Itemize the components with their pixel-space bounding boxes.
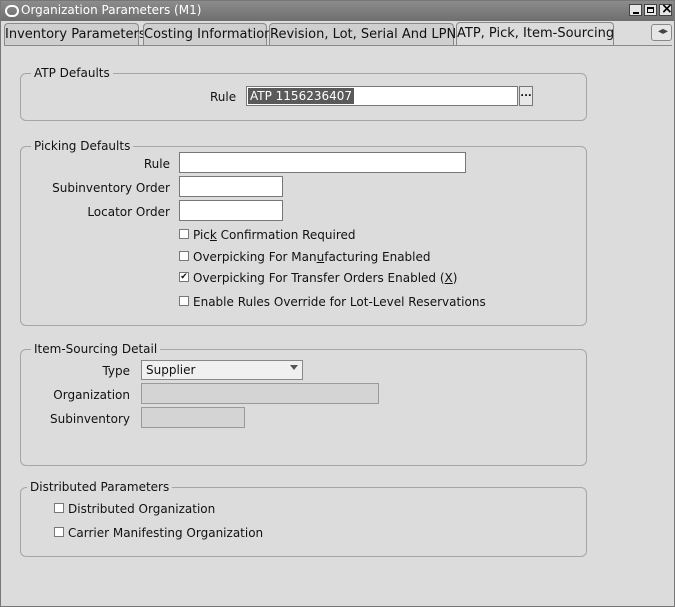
item-sourcing-title: Item-Sourcing Detail	[31, 342, 161, 356]
minimize-button[interactable]	[629, 4, 642, 16]
atp-defaults-title: ATP Defaults	[31, 66, 113, 80]
check-mark-icon: ✔	[180, 272, 188, 282]
distributed-parameters-title: Distributed Parameters	[27, 480, 173, 494]
dropdown-arrow-icon	[290, 365, 298, 370]
atp-rule-lov-button[interactable]: ...	[519, 86, 533, 106]
locator-order-label: Locator Order	[87, 205, 170, 219]
pick-confirmation-label: Pick Confirmation Required	[193, 228, 356, 242]
type-select[interactable]: Supplier	[141, 360, 303, 380]
rules-override-checkbox[interactable]	[179, 296, 189, 306]
picking-rule-input[interactable]	[179, 152, 466, 173]
overpicking-transfer-orders-label: Overpicking For Transfer Orders Enabled …	[193, 271, 458, 285]
window-title: Organization Parameters (M1)	[21, 3, 202, 17]
organization-parameters-window: Organization Parameters (M1) Inventory P…	[0, 0, 675, 607]
tab-costing-information[interactable]: Costing Information	[143, 23, 272, 45]
overpicking-manufacturing-checkbox[interactable]	[179, 251, 189, 261]
tab-bar: Inventory Parameters Costing Information…	[1, 21, 674, 46]
atp-rule-label: Rule	[210, 90, 237, 104]
tab-atp-pick-item-sourcing[interactable]: ATP, Pick, Item-Sourcing	[456, 22, 614, 46]
tab-scroll-button[interactable]: ◂▸	[651, 24, 672, 41]
rules-override-label: Enable Rules Override for Lot-Level Rese…	[193, 295, 486, 309]
pick-confirmation-checkbox[interactable]	[179, 229, 189, 239]
picking-defaults-title: Picking Defaults	[31, 139, 134, 153]
picking-rule-label: Rule	[143, 157, 170, 171]
type-select-value: Supplier	[146, 363, 196, 377]
subinventory-label: Subinventory	[50, 412, 130, 426]
maximize-button[interactable]	[644, 4, 657, 16]
subinventory-order-input[interactable]	[179, 176, 283, 197]
atp-rule-input[interactable]: ATP 1156236407	[246, 86, 518, 106]
close-button[interactable]	[659, 1, 673, 17]
subinventory-input[interactable]	[141, 407, 245, 428]
subinventory-order-label: Subinventory Order	[52, 181, 170, 195]
atp-rule-value: ATP 1156236407	[248, 88, 355, 104]
organization-label: Organization	[53, 388, 130, 402]
tab-revision-lot-serial-lpn[interactable]: Revision, Lot, Serial And LPN	[269, 23, 456, 45]
distributed-parameters-group	[20, 487, 587, 557]
window-icon	[5, 5, 19, 17]
distributed-organization-label: Distributed Organization	[68, 502, 216, 516]
locator-order-input[interactable]	[179, 200, 283, 221]
overpicking-manufacturing-label: Overpicking For Manufacturing Enabled	[193, 250, 431, 264]
tab-scroll-arrows-icon: ◂▸	[658, 26, 669, 37]
tab-inventory-parameters[interactable]: Inventory Parameters	[4, 23, 146, 45]
title-bar: Organization Parameters (M1)	[1, 1, 674, 21]
type-label: Type	[102, 364, 130, 378]
organization-input[interactable]	[141, 383, 379, 404]
overpicking-transfer-orders-checkbox[interactable]: ✔	[179, 272, 189, 282]
carrier-manifesting-checkbox[interactable]	[54, 527, 64, 537]
carrier-manifesting-label: Carrier Manifesting Organization	[68, 526, 264, 540]
distributed-organization-checkbox[interactable]	[54, 503, 64, 513]
